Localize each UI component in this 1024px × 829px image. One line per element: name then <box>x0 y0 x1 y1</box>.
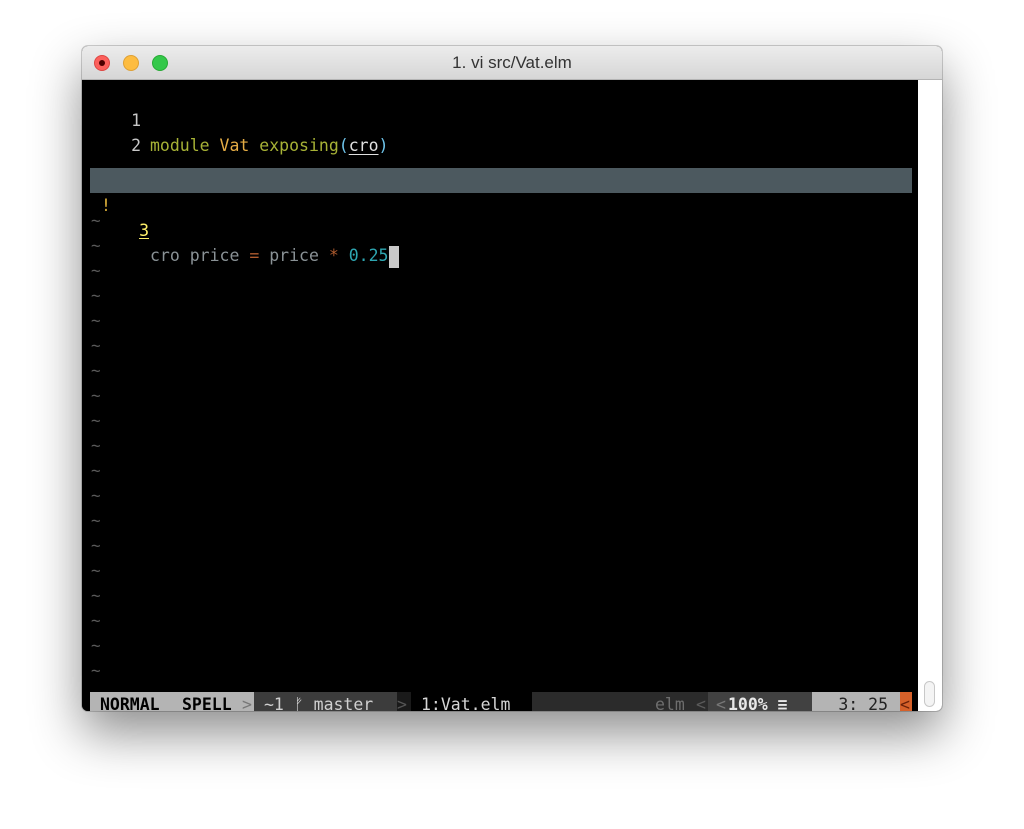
vim-editor[interactable]: 1 module Vat exposing(cro) 2 ! 3 cro pri… <box>82 80 918 711</box>
empty-line-tilde: ~ <box>91 236 101 255</box>
paren-close: ) <box>378 136 389 155</box>
window-title: 1. vi src/Vat.elm <box>452 53 572 72</box>
cursor-position: 3: 25 <box>812 692 900 711</box>
mode-segment: NORMAL SPELL <box>90 692 242 711</box>
empty-line-tilde: ~ <box>91 536 101 555</box>
empty-line-tilde: ~ <box>91 661 101 680</box>
current-line: ! 3 cro price = price * 0.25 <box>90 168 912 268</box>
statusline: NORMAL SPELL > ~1 ᚠ master > 1:Vat.elm e… <box>90 692 912 711</box>
empty-line-tilde: ~ <box>91 411 101 430</box>
spell-indicator: SPELL <box>182 695 232 711</box>
code-line: 2 <box>82 108 918 155</box>
filetype: elm <box>655 695 685 711</box>
line-text: module Vat exposing(cro) <box>150 133 388 158</box>
empty-line-tilde: ~ <box>91 586 101 605</box>
scrollbar[interactable] <box>918 80 942 711</box>
mode-indicator: NORMAL <box>100 695 160 711</box>
title-bar: 1. vi src/Vat.elm <box>82 46 942 80</box>
line-text: cro price = price * 0.25 <box>150 243 400 268</box>
empty-line-tilde: ~ <box>91 361 101 380</box>
empty-line-tilde: ~ <box>91 561 101 580</box>
keyword-exposing: exposing <box>259 136 339 155</box>
multiply-operator: * <box>328 246 339 265</box>
warning-sign: ! <box>101 196 111 215</box>
code-line: 1 module Vat exposing(cro) <box>82 83 918 155</box>
separator-arrow-left: < <box>716 692 726 711</box>
empty-line-tilde: ~ <box>91 261 101 280</box>
empty-line-tilde: ~ <box>91 486 101 505</box>
empty-line-tilde: ~ <box>91 211 101 230</box>
warning-segment: < <box>900 692 912 711</box>
empty-line-tilde: ~ <box>91 461 101 480</box>
text-cursor <box>389 245 400 268</box>
empty-line-tilde: ~ <box>91 436 101 455</box>
empty-line-tilde: ~ <box>91 636 101 655</box>
terminal-window: 1. vi src/Vat.elm 1 module Vat exposing(… <box>82 46 942 711</box>
separator-arrow-left: < <box>696 695 706 711</box>
function-name: cro <box>150 246 180 265</box>
empty-line-tilde: ~ <box>91 311 101 330</box>
git-branch: ~1 ᚠ master <box>254 692 397 711</box>
empty-line-tilde: ~ <box>91 286 101 305</box>
empty-line-tilde: ~ <box>91 511 101 530</box>
equals-operator: = <box>249 246 260 265</box>
scrollbar-thumb[interactable] <box>924 681 935 707</box>
empty-line-tilde: ~ <box>91 386 101 405</box>
line-number-current: 3 <box>139 221 149 240</box>
line-number: 2 <box>131 136 141 155</box>
empty-line-tilde: ~ <box>91 336 101 355</box>
separator-arrow: > <box>397 692 411 711</box>
expression-identifier: price <box>269 246 319 265</box>
keyword-module: module <box>150 136 210 155</box>
paren-open: ( <box>338 136 349 155</box>
module-name: Vat <box>219 136 250 155</box>
exposed-identifier: cro <box>348 136 379 155</box>
number-literal: 0.25 <box>348 246 389 265</box>
empty-line-tilde: ~ <box>91 611 101 630</box>
parameter: price <box>189 246 240 265</box>
filename: 1:Vat.elm <box>411 692 532 711</box>
